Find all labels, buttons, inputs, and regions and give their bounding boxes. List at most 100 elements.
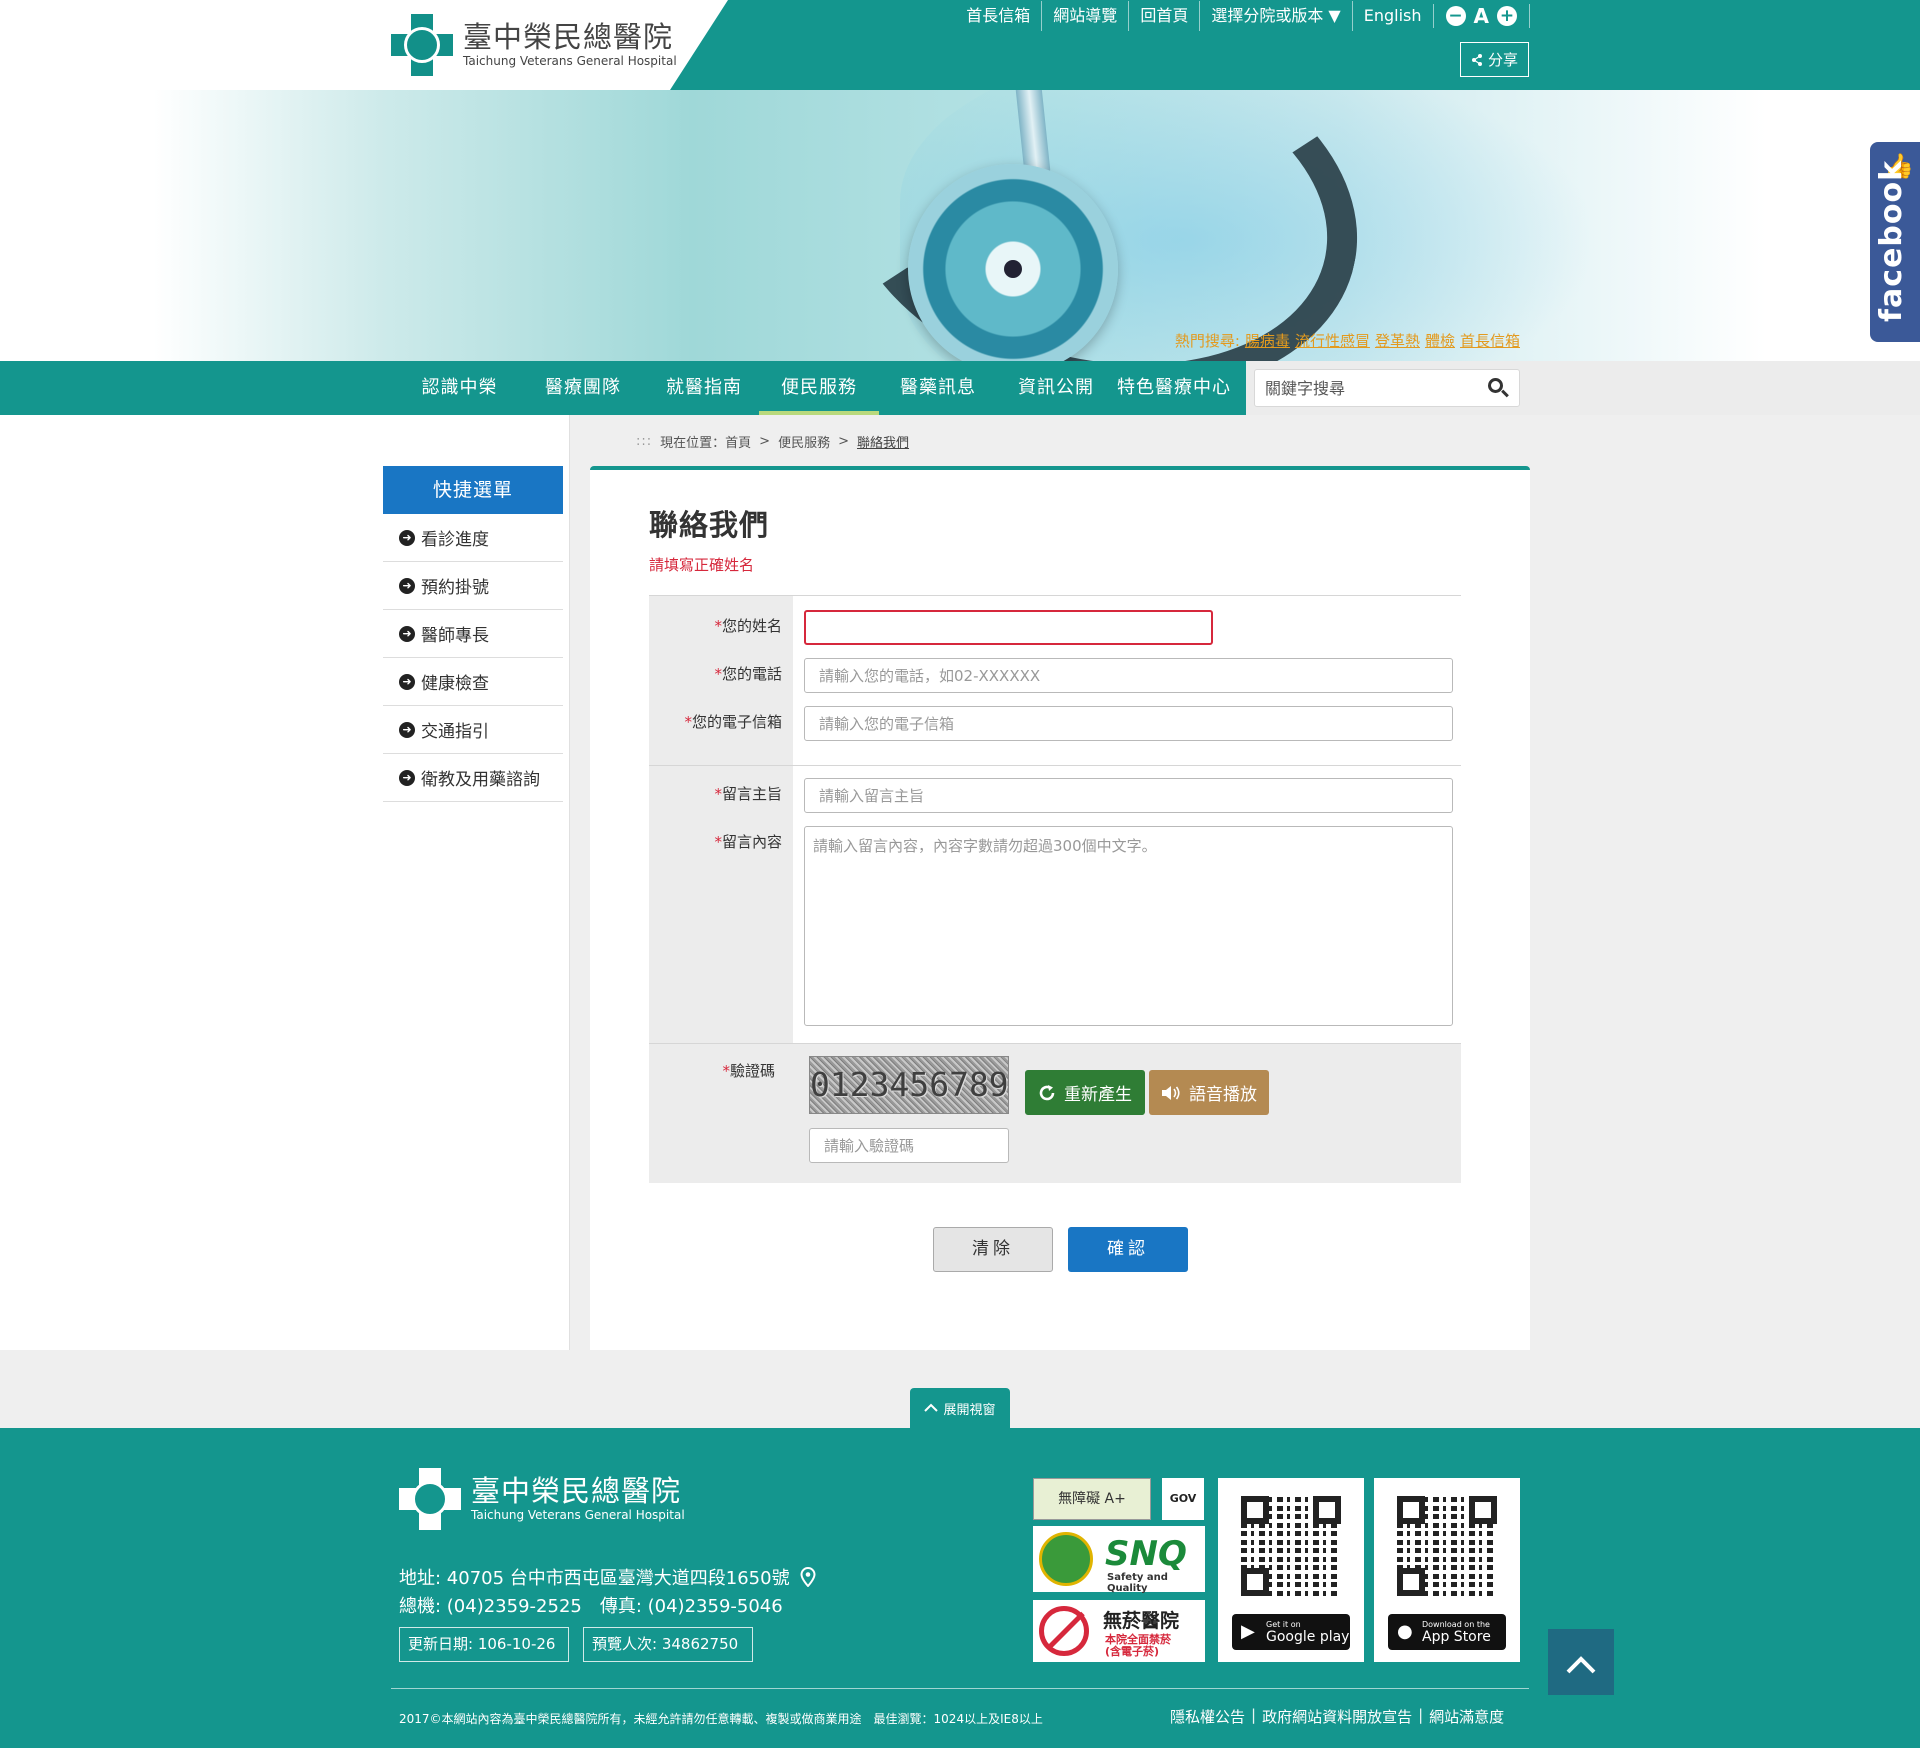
stethoscope-center-graphic <box>1004 260 1022 278</box>
qr-code-icon <box>1241 1496 1341 1596</box>
expand-window-tab[interactable]: 展開視窗 <box>910 1388 1010 1428</box>
facebook-tab[interactable]: 👍 facebook <box>1870 142 1920 342</box>
breadcrumb-prefix: 現在位置： <box>660 436 726 451</box>
no-smoking-icon <box>1039 1606 1089 1656</box>
quick-item-health-education[interactable]: ➜ 衛教及用藥諮詢 <box>383 754 563 802</box>
quick-item-transport[interactable]: ➜ 交通指引 <box>383 706 563 754</box>
footer-phone: 總機: (04)2359-2525 傳真: (04)2359-5046 <box>399 1596 783 1617</box>
nav-public-info[interactable]: 資訊公開 <box>997 361 1115 415</box>
arrow-right-icon: ➜ <box>399 625 415 642</box>
clear-button[interactable]: 清除 <box>933 1227 1053 1272</box>
phone-label: *您的電話 <box>714 665 782 683</box>
top-link-home[interactable]: 回首頁 <box>1129 1 1201 31</box>
nav-medical-guide[interactable]: 就醫指南 <box>649 361 759 415</box>
captcha-label: *驗證碼 <box>722 1062 775 1080</box>
site-logo[interactable]: 臺中榮民總醫院 Taichung Veterans General Hospit… <box>391 14 677 76</box>
refresh-icon <box>1039 1084 1055 1100</box>
hero-banner: 熱門搜尋: 腸病毒 流行性感冒 登革熱 體檢 首長信箱 <box>0 90 1920 361</box>
arrow-right-icon: ➜ <box>399 673 415 690</box>
hot-keyword[interactable]: 體檢 <box>1425 330 1455 351</box>
top-link-director-mailbox[interactable]: 首長信箱 <box>955 1 1043 31</box>
site-header: 臺中榮民總醫院 Taichung Veterans General Hospit… <box>0 0 1920 90</box>
breadcrumb-current[interactable]: 聯絡我們 <box>857 432 909 451</box>
nav-special-centers[interactable]: 特色醫療中心 <box>1115 361 1233 415</box>
page-title: 聯絡我們 <box>649 508 770 542</box>
message-block: *留言主旨 *留言內容 <box>649 765 1461 1043</box>
nav-about[interactable]: 認識中榮 <box>402 361 517 415</box>
audio-captcha-button[interactable]: 語音播放 <box>1149 1070 1269 1115</box>
quick-item-health-check[interactable]: ➜ 健康檢查 <box>383 658 563 706</box>
nav-services[interactable]: 便民服務 <box>759 361 879 415</box>
ios-app-qr[interactable]: ● Download on the App Store <box>1374 1478 1520 1662</box>
copyright-text: 2017©本網站內容為臺中榮民總醫院所有，未經允許請勿任意轉載、複製或做商業用途… <box>399 1712 1043 1726</box>
smoke-free-badge[interactable]: 無菸醫院 本院全面禁菸 (含電子菸) <box>1033 1600 1205 1662</box>
android-app-qr[interactable]: ▶ Get it on Google play <box>1218 1478 1364 1662</box>
font-decrease-icon[interactable]: − <box>1445 6 1466 26</box>
nav-medical-team[interactable]: 醫療團隊 <box>517 361 649 415</box>
font-size-label[interactable]: A <box>1474 4 1489 28</box>
updated-date: 更新日期: 106-10-26 <box>399 1627 569 1662</box>
breadcrumb: ::: 現在位置：首頁 > 便民服務 > 聯絡我們 <box>636 432 910 451</box>
phone-field[interactable] <box>804 658 1453 693</box>
hot-keyword[interactable]: 首長信箱 <box>1460 330 1520 351</box>
play-store-icon: ▶ <box>1241 1621 1255 1642</box>
hot-search-label: 熱門搜尋: <box>1174 332 1240 350</box>
quick-item-clinic-progress[interactable]: ➜ 看診進度 <box>383 514 563 562</box>
quick-menu: 快捷選單 ➜ 看診進度 ➜ 預約掛號 ➜ 醫師專長 ➜ 健康檢查 ➜ 交通指引 ➜ 衛教及用… <box>383 466 563 802</box>
privacy-link[interactable]: 隱私權公告 <box>1170 1706 1245 1727</box>
message-textarea[interactable] <box>804 826 1453 1026</box>
arrow-right-icon: ➜ <box>399 577 415 594</box>
main-nav: 認識中榮 醫療團隊 就醫指南 便民服務 醫藥訊息 資訊公開 特色醫療中心 <box>0 361 1920 415</box>
top-link-english[interactable]: English <box>1353 1 1433 31</box>
nav-medical-news[interactable]: 醫藥訊息 <box>879 361 997 415</box>
subject-field[interactable] <box>804 778 1453 813</box>
captcha-field[interactable] <box>809 1128 1009 1163</box>
top-link-sitemap[interactable]: 網站導覽 <box>1042 1 1130 31</box>
quick-item-doctor-specialty[interactable]: ➜ 醫師專長 <box>383 610 563 658</box>
name-field[interactable] <box>804 610 1213 645</box>
speaker-icon <box>1162 1085 1180 1100</box>
breadcrumb-dots: ::: <box>636 434 653 449</box>
subject-label: *留言主旨 <box>714 785 782 803</box>
logo-title: 臺中榮民總醫院 <box>463 20 674 54</box>
name-label: *您的姓名 <box>714 617 782 635</box>
hospital-cross-icon <box>391 14 453 76</box>
quick-menu-title: 快捷選單 <box>383 466 563 514</box>
footer-logo-title: 臺中榮民總醫院 <box>471 1474 682 1508</box>
top-utility-nav: 首長信箱 網站導覽 回首頁 選擇分院或版本 ▼ English − A + <box>955 0 1530 32</box>
share-label: 分享 <box>1487 51 1518 69</box>
email-field[interactable] <box>804 706 1453 741</box>
captcha-block: *驗證碼 0123456789 重新產生 語音播放 <box>649 1043 1461 1183</box>
font-increase-icon[interactable]: + <box>1497 6 1517 26</box>
branch-version-select[interactable]: 選擇分院或版本 ▼ <box>1200 1 1353 31</box>
form-error-message: 請填寫正確姓名 <box>649 556 755 574</box>
quick-item-registration[interactable]: ➜ 預約掛號 <box>383 562 563 610</box>
snq-seal-icon <box>1039 1532 1093 1586</box>
arrow-right-icon: ➜ <box>399 721 415 738</box>
logo-subtitle: Taichung Veterans General Hospital <box>463 54 677 68</box>
chevron-up-icon <box>924 1403 939 1412</box>
satisfaction-link[interactable]: 網站滿意度 <box>1429 1706 1504 1727</box>
font-size-controls: − A + <box>1432 4 1530 28</box>
breadcrumb-services[interactable]: 便民服務 <box>778 432 830 451</box>
captcha-image: 0123456789 <box>809 1056 1009 1114</box>
contact-panel: 聯絡我們 請填寫正確姓名 *您的姓名 *您的電話 *您的電子信箱 *留言主旨 *… <box>590 466 1530 1350</box>
open-data-link[interactable]: 政府網站資料開放宣告 <box>1262 1706 1412 1727</box>
map-pin-icon[interactable] <box>800 1567 816 1587</box>
back-to-top-button[interactable] <box>1548 1629 1614 1695</box>
breadcrumb-home[interactable]: 首頁 <box>725 436 751 451</box>
hot-keyword[interactable]: 流行性感冒 <box>1295 330 1370 351</box>
search-icon[interactable] <box>1487 377 1509 399</box>
snq-badge[interactable]: SNQ Safety and Quality <box>1033 1526 1205 1594</box>
site-search <box>1254 369 1520 407</box>
hot-keyword[interactable]: 腸病毒 <box>1245 330 1290 351</box>
gov-badge[interactable]: GOV <box>1162 1478 1204 1520</box>
hot-keyword[interactable]: 登革熱 <box>1375 330 1420 351</box>
regenerate-captcha-button[interactable]: 重新產生 <box>1025 1070 1145 1115</box>
search-input[interactable] <box>1265 378 1487 398</box>
message-label: *留言內容 <box>714 833 782 851</box>
qr-code-icon <box>1397 1496 1497 1596</box>
share-button[interactable]: 分享 <box>1460 42 1529 77</box>
accessibility-badge[interactable]: 無障礙 A+ <box>1033 1478 1151 1520</box>
confirm-button[interactable]: 確認 <box>1068 1227 1188 1272</box>
